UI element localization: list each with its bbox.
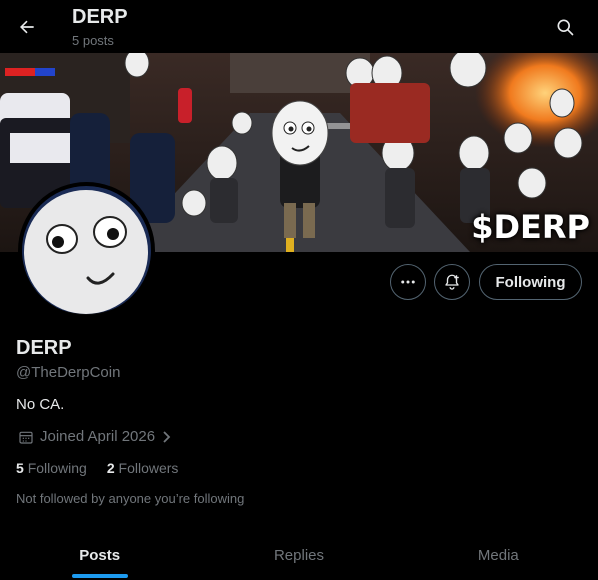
joined-date: Joined April 2026 (18, 428, 173, 445)
profile-name: DERP (16, 337, 72, 359)
banner-ticker-text: $DERP (471, 208, 590, 246)
back-arrow-icon (20, 20, 34, 34)
page-title: DERP (72, 6, 128, 28)
avatar-image (22, 186, 151, 315)
back-button[interactable] (10, 10, 44, 44)
followers-label: Followers (118, 460, 179, 476)
following-count: 5 (16, 460, 24, 476)
follow-stats: 5 Following 2 Followers (16, 460, 178, 476)
profile-tabs: Posts Replies Media (0, 530, 598, 580)
bell-plus-icon (445, 274, 459, 290)
active-tab-indicator (71, 574, 128, 578)
following-label: Following (27, 460, 87, 476)
following-button[interactable]: Following (479, 264, 582, 300)
tab-media[interactable]: Media (399, 530, 598, 580)
joined-text: Joined April 2026 (40, 428, 156, 445)
search-button[interactable] (548, 10, 582, 44)
search-icon (557, 19, 574, 36)
calendar-icon (19, 431, 33, 444)
tab-replies[interactable]: Replies (199, 530, 398, 580)
followed-by-note: Not followed by anyone you’re following (16, 491, 245, 506)
profile-bio: No CA. (16, 396, 65, 413)
notifications-button[interactable] (434, 264, 470, 300)
post-count: 5 posts (72, 33, 114, 48)
following-count-link[interactable]: 5 Following (16, 460, 87, 476)
followers-count-link[interactable]: 2 Followers (107, 460, 179, 476)
chevron-right-icon[interactable] (161, 430, 173, 444)
more-icon (401, 280, 415, 284)
profile-handle: @TheDerpCoin (16, 364, 121, 381)
tab-label: Posts (79, 546, 121, 564)
followers-count: 2 (106, 460, 115, 476)
more-options-button[interactable] (390, 264, 426, 300)
top-bar: DERP 5 posts (0, 0, 598, 53)
tab-label: Media (477, 546, 519, 564)
tab-posts[interactable]: Posts (0, 530, 199, 580)
tab-label: Replies (273, 546, 324, 564)
profile-avatar[interactable] (18, 182, 155, 319)
